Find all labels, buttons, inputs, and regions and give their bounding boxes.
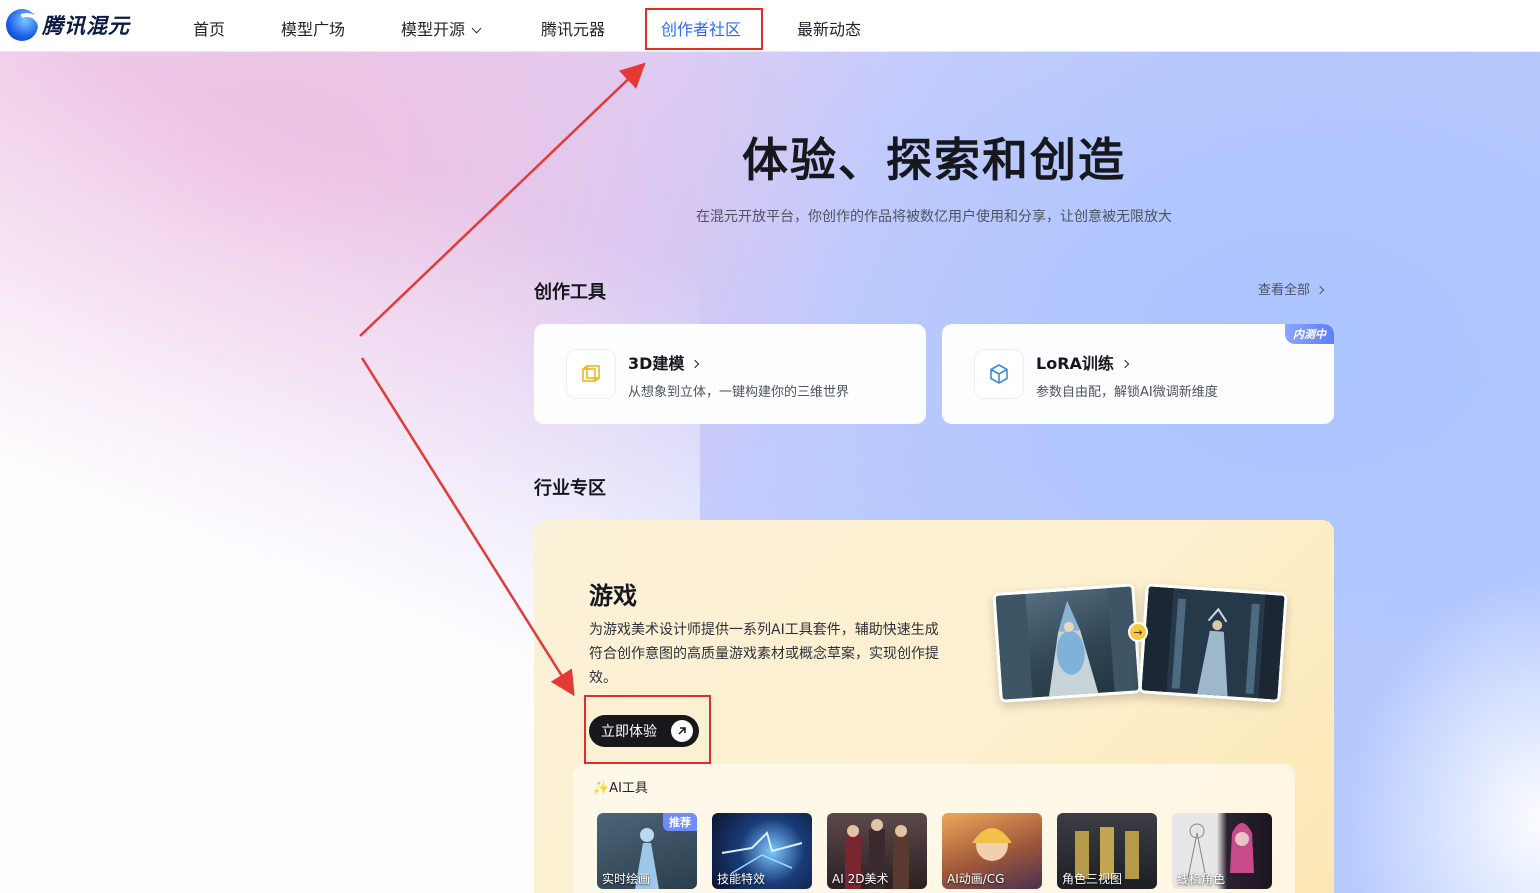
tools-section-title: 创作工具 (534, 282, 606, 303)
tool-name-lora-label: LoRA训练 (1036, 354, 1114, 373)
ai-tools-panel: ✨AI工具 推荐 实时绘画 技能特效 AI 2D美术 AI动画/CG 角色三视图… (573, 764, 1295, 893)
logo[interactable]: 腾讯混元 (6, 9, 130, 41)
tool-desc-lora: 参数自由配，解锁AI微调新维度 (1036, 385, 1218, 400)
chevron-down-icon (471, 23, 482, 34)
arrow-right-icon: → (1128, 622, 1148, 642)
thumb-label: 线稿角色 (1177, 872, 1226, 886)
logo-text: 腾讯混元 (42, 14, 130, 38)
thumb-label: 实时绘画 (602, 872, 651, 886)
nav-model-plaza[interactable]: 模型广场 (281, 16, 345, 40)
tool-name-3d-label: 3D建模 (628, 354, 685, 373)
tool-name-3d: 3D建模 (628, 350, 700, 374)
recommend-badge: 推荐 (663, 813, 697, 831)
annotation-box-button (584, 695, 711, 764)
chevron-right-icon (1315, 285, 1325, 295)
ai-tool-animation-cg[interactable]: AI动画/CG (942, 813, 1042, 889)
view-all-label: 查看全部 (1258, 283, 1311, 298)
cube-wireframe-icon (566, 349, 616, 399)
game-title: 游戏 (589, 582, 637, 610)
tool-desc-3d: 从想象到立体，一键构建你的三维世界 (628, 385, 850, 400)
ai-tool-skill-effects[interactable]: 技能特效 (712, 813, 812, 889)
ai-tool-character-three-view[interactable]: 角色三视图 (1057, 813, 1157, 889)
chevron-right-icon (1120, 359, 1130, 369)
industry-section-title: 行业专区 (534, 478, 606, 499)
nav-latest-news[interactable]: 最新动态 (797, 16, 861, 40)
ai-tool-realtime-painting[interactable]: 推荐 实时绘画 (597, 813, 697, 889)
thumb-label: 技能特效 (717, 872, 766, 886)
tool-name-lora: LoRA训练 (1036, 350, 1130, 374)
chevron-right-icon (691, 359, 700, 369)
beta-badge: 内测中 (1285, 324, 1334, 344)
nav-home[interactable]: 首页 (193, 16, 225, 40)
hero-title: 体验、探索和创造 (742, 133, 1126, 187)
game-description: 为游戏美术设计师提供一系列AI工具套件，辅助快速生成符合创作意图的高质量游戏素材… (589, 622, 939, 686)
thumb-label: AI动画/CG (947, 872, 1005, 886)
box-icon (974, 349, 1024, 399)
nav-yuanqi[interactable]: 腾讯元器 (541, 16, 605, 40)
hunyuan-logo-icon (6, 9, 38, 41)
tool-card-3d[interactable]: 3D建模 从想象到立体，一键构建你的三维世界 (534, 324, 926, 424)
tool-card-lora[interactable]: 内测中 LoRA训练 参数自由配，解锁AI微调新维度 (942, 324, 1334, 424)
game-render-image (1138, 583, 1288, 703)
game-sketch-image (992, 583, 1142, 703)
ai-tool-2d-art[interactable]: AI 2D美术 (827, 813, 927, 889)
nav-open-source[interactable]: 模型开源 (401, 16, 482, 40)
top-header: 腾讯混元 首页 模型广场 模型开源 腾讯元器 创作者社区 最新动态 (0, 0, 1540, 52)
nav-open-source-label: 模型开源 (401, 20, 466, 39)
ai-tools-label: ✨AI工具 (593, 781, 648, 796)
hero-subtitle: 在混元开放平台，你创作的作品将被数亿用户使用和分享，让创意被无限放大 (696, 209, 1172, 225)
thumb-label: 角色三视图 (1062, 872, 1123, 886)
thumb-label: AI 2D美术 (832, 872, 889, 886)
annotation-box-nav (645, 8, 763, 50)
view-all-link[interactable]: 查看全部 (1258, 279, 1325, 298)
ai-tool-lineart-character[interactable]: 线稿角色 (1172, 813, 1272, 889)
